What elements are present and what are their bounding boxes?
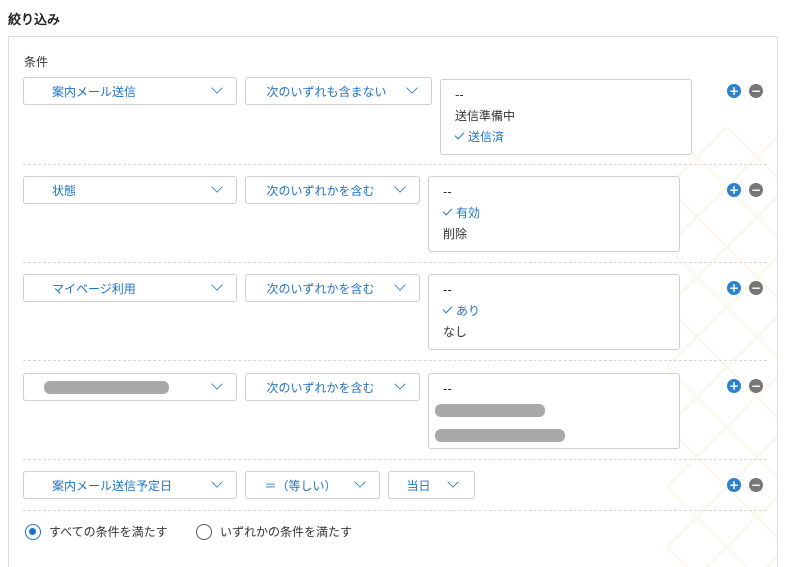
chevron-down-icon xyxy=(354,476,366,488)
row-divider xyxy=(23,262,767,263)
list-option[interactable]: -- xyxy=(443,182,679,203)
add-condition-button[interactable]: + xyxy=(727,84,741,98)
operator-select-value: ＝（等しい） xyxy=(264,478,337,493)
operator-select[interactable]: 次のいずれかを含む xyxy=(245,274,420,302)
match-any-label: いずれかの条件を満たす xyxy=(220,525,353,539)
section-title: 絞り込み xyxy=(8,13,61,28)
add-condition-button[interactable]: + xyxy=(727,379,741,393)
date-value-select-value: 当日 xyxy=(406,478,431,493)
remove-condition-button[interactable]: − xyxy=(749,478,763,492)
value-listbox[interactable]: -- 有効 削除 xyxy=(428,176,680,252)
add-condition-button[interactable]: + xyxy=(727,281,741,295)
list-option[interactable]: 削除 xyxy=(443,224,679,245)
remove-condition-button[interactable]: − xyxy=(749,84,763,98)
check-icon xyxy=(442,205,453,216)
match-all-label: すべての条件を満たす xyxy=(49,525,168,539)
field-select[interactable]: マイページ利用 xyxy=(23,274,237,302)
list-option[interactable]: -- xyxy=(455,85,691,106)
field-select[interactable]: 状態 xyxy=(23,176,237,204)
chevron-down-icon xyxy=(394,181,406,193)
conditions-label: 条件 xyxy=(24,55,49,69)
field-select-value: マイページ利用 xyxy=(52,281,136,296)
field-select-value xyxy=(24,380,212,394)
date-value-select[interactable]: 当日 xyxy=(388,471,475,499)
field-select-value: 状態 xyxy=(52,183,77,198)
redacted-text xyxy=(44,381,169,394)
operator-select[interactable]: ＝（等しい） xyxy=(245,471,380,499)
row-divider xyxy=(23,164,767,165)
chevron-down-icon xyxy=(211,82,223,94)
field-select[interactable]: 案内メール送信予定日 xyxy=(23,471,237,499)
check-icon xyxy=(454,129,465,140)
remove-condition-button[interactable]: − xyxy=(749,281,763,295)
radio-selected[interactable] xyxy=(25,523,41,540)
radio-unselected[interactable] xyxy=(196,523,212,540)
list-option[interactable] xyxy=(435,429,679,450)
list-option[interactable]: 送信準備中 xyxy=(455,106,691,127)
list-option[interactable]: -- xyxy=(435,379,679,400)
add-condition-button[interactable]: + xyxy=(727,183,741,197)
redacted-text xyxy=(435,429,565,442)
check-icon xyxy=(442,303,453,314)
operator-select[interactable]: 次のいずれかを含む xyxy=(245,373,420,401)
chevron-down-icon xyxy=(211,181,223,193)
operator-select-value: 次のいずれも含まない xyxy=(266,84,387,99)
chevron-down-icon xyxy=(211,476,223,488)
chevron-down-icon xyxy=(406,82,418,94)
redacted-text xyxy=(435,404,545,417)
value-listbox[interactable]: -- あり なし xyxy=(428,274,680,350)
list-option-selected[interactable]: 有効 xyxy=(442,203,679,224)
operator-select[interactable]: 次のいずれかを含む xyxy=(245,176,420,204)
operator-select-value: 次のいずれかを含む xyxy=(266,183,375,198)
field-select-value: 案内メール送信 xyxy=(52,84,137,99)
list-option[interactable]: -- xyxy=(443,280,679,301)
filter-panel: 条件 案内メール送信 次のいずれも含まない -- 送信準備中 送信済 + − 状… xyxy=(8,36,778,567)
row-divider xyxy=(23,459,767,460)
remove-condition-button[interactable]: − xyxy=(749,183,763,197)
chevron-down-icon xyxy=(394,378,406,390)
list-option-selected[interactable]: 送信済 xyxy=(454,127,691,148)
field-select[interactable] xyxy=(23,373,237,401)
field-select[interactable]: 案内メール送信 xyxy=(23,77,237,105)
list-option[interactable] xyxy=(435,404,679,425)
chevron-down-icon xyxy=(447,476,459,488)
value-listbox[interactable]: -- xyxy=(428,373,680,449)
operator-select-value: 次のいずれかを含む xyxy=(266,380,375,395)
field-select-value: 案内メール送信予定日 xyxy=(52,478,173,493)
chevron-down-icon xyxy=(211,378,223,390)
match-any-option[interactable]: いずれかの条件を満たす xyxy=(196,523,352,540)
match-all-option[interactable]: すべての条件を満たす xyxy=(25,523,168,540)
operator-select-value: 次のいずれかを含む xyxy=(266,281,375,296)
operator-select[interactable]: 次のいずれも含まない xyxy=(245,77,432,105)
remove-condition-button[interactable]: − xyxy=(749,379,763,393)
row-divider xyxy=(23,360,767,361)
chevron-down-icon xyxy=(211,279,223,291)
list-option-selected[interactable]: あり xyxy=(442,301,679,322)
chevron-down-icon xyxy=(394,279,406,291)
list-option[interactable]: なし xyxy=(443,322,679,343)
add-condition-button[interactable]: + xyxy=(727,478,741,492)
value-listbox[interactable]: -- 送信準備中 送信済 xyxy=(440,79,692,155)
row-divider xyxy=(23,510,767,511)
